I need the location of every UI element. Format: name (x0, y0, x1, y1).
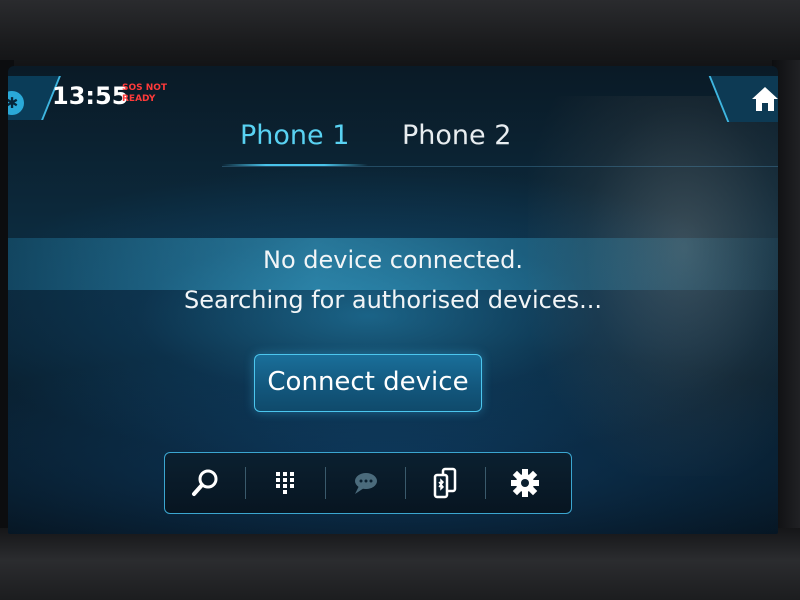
messages-button[interactable] (325, 453, 405, 513)
phone-devices-icon (433, 467, 457, 499)
settings-icon (511, 469, 539, 497)
tab-phone-1[interactable]: Phone 1 (240, 120, 349, 151)
search-icon (192, 469, 218, 496)
sos-line-1: SOS NOT (122, 83, 168, 93)
phone-devices-button[interactable] (405, 453, 485, 513)
bezel-top (0, 0, 800, 72)
tab-phone-2[interactable]: Phone 2 (402, 120, 511, 151)
display-screen: ✱ 13:55 SOS NOT READY Phone 1 Phone 2 No… (8, 66, 778, 534)
home-icon[interactable] (750, 84, 778, 114)
bottom-toolbar (164, 452, 572, 514)
clock: 13:55 (52, 82, 129, 110)
sos-line-2: READY (122, 94, 156, 104)
search-button[interactable] (165, 453, 245, 513)
sos-status: SOS NOT READY (122, 83, 167, 105)
keypad-icon (276, 472, 294, 494)
settings-button[interactable] (485, 453, 565, 513)
connection-status-text: No device connected. (262, 246, 524, 274)
messages-icon (355, 473, 377, 494)
keypad-button[interactable] (245, 453, 325, 513)
bezel-bottom (0, 528, 800, 600)
tab-divider (222, 166, 778, 167)
connect-device-button[interactable]: Connect device (254, 354, 482, 412)
searching-text: Searching for authorised devices... (184, 286, 602, 314)
